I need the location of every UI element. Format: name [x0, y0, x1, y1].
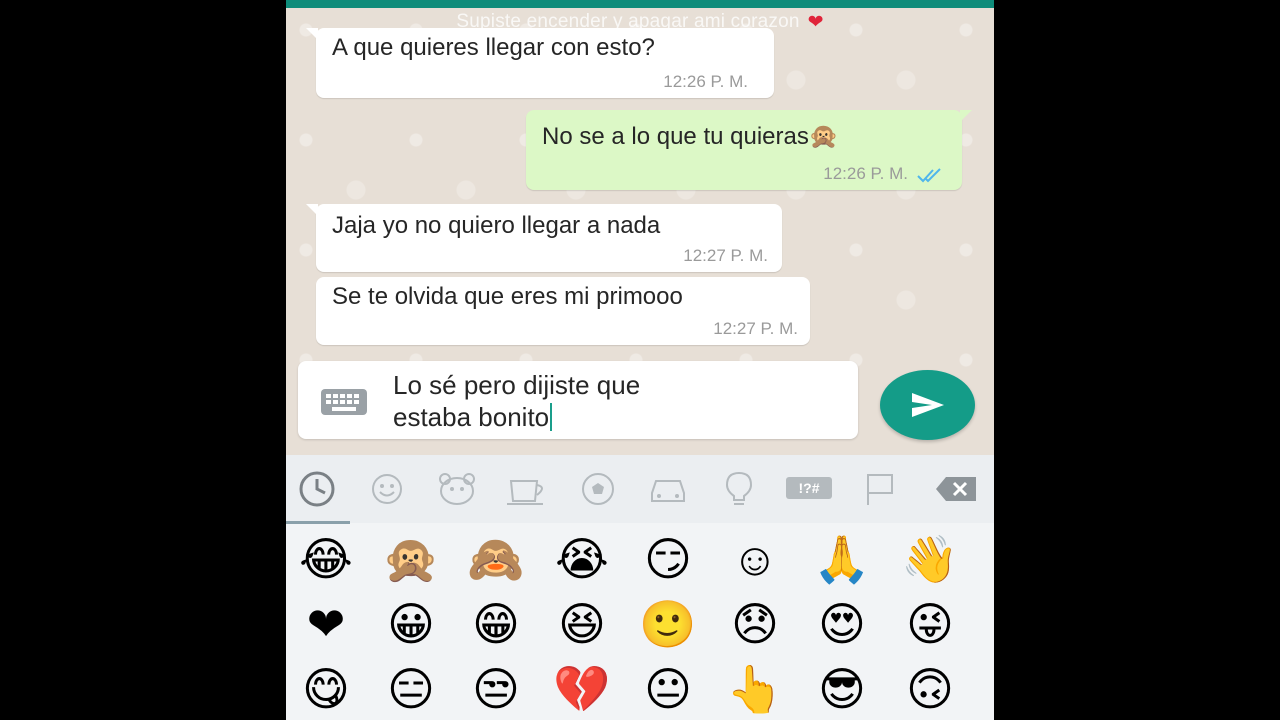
- message-bubble-outgoing[interactable]: No se a lo que tu quieras🙊 12:26 P. M.: [526, 110, 972, 190]
- unamused-face-emoji[interactable]: 😒: [456, 657, 536, 720]
- message-text: Jaja yo no quiero llegar a nada: [332, 212, 661, 239]
- symbols-icon[interactable]: !?#: [786, 477, 832, 499]
- see-no-evil-monkey-emoji[interactable]: 🙈: [456, 527, 536, 591]
- smiling-face-emoji[interactable]: ☺: [715, 527, 795, 591]
- app-bar: [286, 0, 994, 8]
- chat-area[interactable]: Supiste encender y apagar ami corazon ❤ …: [286, 0, 994, 455]
- heart-eyes-face-emoji[interactable]: 😍: [802, 592, 882, 656]
- flags-icon[interactable]: [858, 469, 902, 509]
- grinning-face-emoji[interactable]: 😀: [371, 592, 451, 656]
- grinning-squinting-face-emoji[interactable]: 😆: [542, 592, 622, 656]
- message-time: 12:26 P. M.: [663, 72, 748, 91]
- message-input[interactable]: Lo sé pero dijiste que estaba bonito: [393, 369, 833, 433]
- backspace-icon[interactable]: [934, 469, 978, 509]
- text-caret: [550, 403, 553, 431]
- message-time: 12:27 P. M.: [683, 246, 768, 265]
- neutral-face-emoji[interactable]: 😐: [628, 657, 708, 720]
- winking-tongue-face-emoji[interactable]: 😜: [890, 592, 970, 656]
- emoji-category-bar: !?#: [286, 455, 994, 524]
- message-text: A que quieres llegar con esto?: [332, 34, 655, 61]
- food-icon[interactable]: [505, 469, 549, 509]
- emoji-keyboard: !?# 😂 🙊 🙈 😭 😏 ☺ 🙏 👋 ❤ 😀 😁 😆 🙂 😞 😍 😜 😋 😑 😒 💔 😐 👆 😎 🙃: [286, 455, 994, 720]
- sports-icon[interactable]: [576, 469, 620, 509]
- loudly-crying-face-emoji[interactable]: 😭: [542, 527, 622, 591]
- red-heart-emoji[interactable]: ❤: [286, 592, 366, 656]
- phone-screen: Supiste encender y apagar ami corazon ❤ …: [286, 0, 994, 720]
- heart-icon: ❤: [807, 11, 824, 33]
- message-text: No se a lo que tu quieras🙊: [542, 123, 839, 150]
- message-bubble-incoming[interactable]: Se te olvida que eres mi primooo 12:27 P…: [316, 277, 810, 345]
- objects-icon[interactable]: [717, 469, 761, 509]
- selected-category-indicator: [286, 521, 350, 524]
- disappointed-face-emoji[interactable]: 😞: [715, 592, 795, 656]
- animals-icon[interactable]: [435, 469, 479, 509]
- sunglasses-face-emoji[interactable]: 😎: [802, 657, 882, 720]
- travel-icon[interactable]: [646, 469, 690, 509]
- upside-down-face-emoji[interactable]: 🙃: [890, 657, 970, 720]
- message-bubble-incoming[interactable]: Jaja yo no quiero llegar a nada 12:27 P.…: [306, 204, 782, 272]
- smirking-face-emoji[interactable]: 😏: [628, 527, 708, 591]
- broken-heart-emoji[interactable]: 💔: [542, 657, 622, 720]
- message-text: Se te olvida que eres mi primooo: [332, 283, 683, 310]
- smileys-icon[interactable]: [365, 469, 409, 509]
- message-composer[interactable]: Lo sé pero dijiste que estaba bonito: [298, 361, 858, 439]
- message-bubble-incoming[interactable]: A que quieres llegar con esto? 12:26 P. …: [306, 28, 774, 98]
- message-time: 12:26 P. M.: [823, 164, 908, 183]
- pointing-up-emoji[interactable]: 👆: [715, 657, 795, 720]
- slightly-smiling-face-emoji[interactable]: 🙂: [628, 592, 708, 656]
- monkey-speak-no-evil-icon: 🙊: [808, 123, 839, 150]
- recent-icon[interactable]: [295, 469, 339, 509]
- read-receipt-icon: [917, 168, 941, 183]
- keyboard-icon[interactable]: [320, 388, 368, 416]
- folded-hands-emoji[interactable]: 🙏: [802, 527, 882, 591]
- savoring-food-face-emoji[interactable]: 😋: [286, 657, 366, 720]
- send-button[interactable]: [880, 370, 975, 440]
- waving-hand-emoji[interactable]: 👋: [890, 527, 970, 591]
- face-with-tears-of-joy-emoji[interactable]: 😂: [286, 527, 366, 591]
- speak-no-evil-monkey-emoji[interactable]: 🙊: [371, 527, 451, 591]
- beaming-face-emoji[interactable]: 😁: [456, 592, 536, 656]
- send-icon: [912, 393, 944, 417]
- message-time: 12:27 P. M.: [713, 319, 798, 338]
- expressionless-face-emoji[interactable]: 😑: [371, 657, 451, 720]
